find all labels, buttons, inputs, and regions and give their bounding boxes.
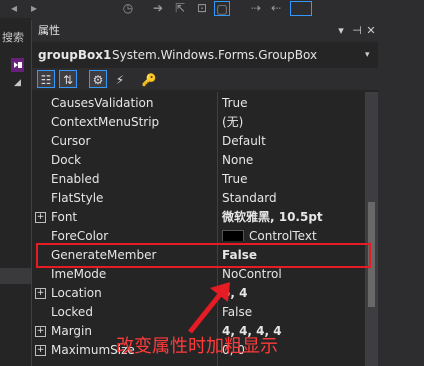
- property-grid: CausesValidation True ContextMenuStrip (…: [32, 92, 378, 366]
- select-icon[interactable]: ⊡: [194, 1, 210, 16]
- property-value[interactable]: True: [222, 94, 248, 113]
- cursor-icon[interactable]: ⇱: [172, 1, 188, 16]
- property-value[interactable]: None: [222, 151, 253, 170]
- panel-title-bar: 属性 ▾ ⊣ ✕: [32, 20, 378, 42]
- expand-icon[interactable]: +: [35, 288, 46, 299]
- vertical-scrollbar[interactable]: [365, 92, 378, 366]
- project-icon[interactable]: [10, 56, 26, 74]
- property-name: Cursor: [51, 134, 91, 148]
- property-name: ForeColor: [51, 229, 109, 241]
- object-name: groupBox1: [38, 48, 112, 62]
- property-value[interactable]: ControlText: [249, 227, 317, 241]
- view-icon[interactable]: [290, 1, 312, 16]
- color-swatch: [222, 230, 244, 241]
- right-strip: [378, 18, 424, 366]
- property-name: Location: [51, 286, 102, 300]
- expand-icon[interactable]: +: [35, 326, 46, 337]
- nav-icon[interactable]: ⇢: [248, 1, 264, 16]
- frame-icon[interactable]: ▢: [214, 1, 230, 16]
- property-row[interactable]: ForeColor ControlText: [32, 227, 365, 241]
- property-name: Dock: [51, 153, 82, 167]
- expand-icon[interactable]: +: [35, 212, 46, 223]
- panel-title: 属性: [38, 24, 60, 37]
- property-row[interactable]: Dock None: [32, 151, 365, 170]
- property-name: Font: [51, 210, 78, 224]
- highlight-box: [36, 243, 371, 268]
- property-value[interactable]: (无): [222, 113, 243, 132]
- property-row[interactable]: Enabled True: [32, 170, 365, 189]
- annotation-arrow-icon: [188, 282, 230, 334]
- solution-explorer-strip: 搜索 ◢: [0, 18, 31, 366]
- property-value[interactable]: True: [222, 170, 248, 189]
- property-row[interactable]: ContextMenuStrip (无): [32, 113, 365, 132]
- pin-icon[interactable]: ⊣: [350, 20, 364, 42]
- property-name: Enabled: [51, 172, 100, 186]
- property-value[interactable]: Default: [222, 132, 266, 151]
- property-value[interactable]: Standard: [222, 189, 277, 208]
- selected-row: [0, 268, 31, 284]
- alphabetical-icon[interactable]: ⇅: [59, 70, 77, 88]
- object-selector[interactable]: groupBox1 System.Windows.Forms.GroupBox …: [32, 44, 378, 66]
- chevron-down-icon[interactable]: ▾: [365, 44, 370, 66]
- annotation-text: 改变属性时加粗显示: [116, 336, 278, 357]
- step-icon[interactable]: ➔: [150, 1, 166, 16]
- property-row[interactable]: CausesValidation True: [32, 94, 365, 113]
- close-icon[interactable]: ✕: [364, 20, 378, 42]
- nav-back-icon[interactable]: ⇠: [268, 1, 284, 16]
- property-row[interactable]: Cursor Default: [32, 132, 365, 151]
- property-name: Locked: [51, 305, 93, 319]
- expand-icon[interactable]: +: [35, 345, 46, 356]
- properties-panel: 属性 ▾ ⊣ ✕ groupBox1 System.Windows.Forms.…: [31, 20, 378, 366]
- object-type: System.Windows.Forms.GroupBox: [112, 48, 318, 62]
- back-icon[interactable]: ◂: [6, 1, 22, 16]
- property-name: CausesValidation: [51, 96, 154, 110]
- property-name: Margin: [51, 324, 92, 338]
- property-pages-icon[interactable]: 🔑: [140, 70, 158, 88]
- collapse-arrow-icon[interactable]: ◢: [14, 78, 21, 88]
- search-label[interactable]: 搜索: [2, 30, 31, 46]
- property-name: ContextMenuStrip: [51, 115, 160, 129]
- events-icon[interactable]: ⚡: [111, 70, 129, 88]
- property-name: FlatStyle: [51, 191, 104, 205]
- forward-icon[interactable]: ▸: [26, 1, 42, 16]
- clock-icon[interactable]: ◷: [120, 1, 136, 16]
- property-value[interactable]: 微软雅黑, 10.5pt: [222, 208, 323, 227]
- properties-icon[interactable]: ⚙: [89, 70, 107, 88]
- property-row[interactable]: FlatStyle Standard: [32, 189, 365, 208]
- property-row[interactable]: + Font 微软雅黑, 10.5pt: [32, 208, 365, 227]
- properties-toolbar: ☷ ⇅ ⚙ ⚡ 🔑: [32, 68, 378, 90]
- ide-toolbar: ◂ ▸ ◷ ➔ ⇱ ⊡ ▢ ⇢ ⇠: [0, 0, 424, 18]
- panel-dropdown-icon[interactable]: ▾: [334, 20, 348, 42]
- categorized-icon[interactable]: ☷: [37, 70, 55, 88]
